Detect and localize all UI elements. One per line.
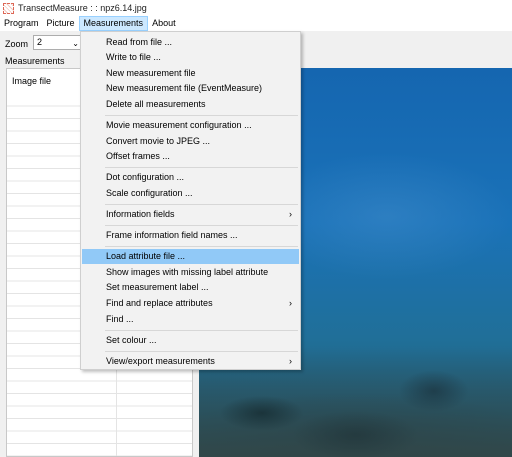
menu-scale-configuration[interactable]: Scale configuration ... bbox=[82, 186, 299, 201]
menu-frame-info-field-names[interactable]: Frame information field names ... bbox=[82, 228, 299, 243]
menu-separator bbox=[105, 330, 298, 331]
menu-convert-movie-jpeg[interactable]: Convert movie to JPEG ... bbox=[82, 134, 299, 149]
title-bar: TransectMeasure : : npz6.14.jpg bbox=[0, 0, 512, 16]
menu-find-replace-attributes[interactable]: Find and replace attributes › bbox=[82, 296, 299, 311]
menu-read-from-file[interactable]: Read from file ... bbox=[82, 35, 299, 50]
menu-program[interactable]: Program bbox=[0, 16, 43, 31]
menu-find[interactable]: Find ... bbox=[82, 312, 299, 327]
menu-picture[interactable]: Picture bbox=[43, 16, 79, 31]
menu-delete-all-measurements[interactable]: Delete all measurements bbox=[82, 97, 299, 112]
menu-dot-configuration[interactable]: Dot configuration ... bbox=[82, 170, 299, 185]
menu-view-export-measurements-label: View/export measurements bbox=[106, 356, 215, 366]
chevron-right-icon: › bbox=[289, 356, 292, 366]
app-icon bbox=[3, 2, 14, 14]
zoom-value: 2 bbox=[37, 37, 43, 47]
menu-write-to-file[interactable]: Write to file ... bbox=[82, 50, 299, 65]
menu-separator bbox=[105, 167, 298, 168]
menu-information-fields[interactable]: Information fields › bbox=[82, 207, 299, 222]
menu-separator bbox=[105, 225, 298, 226]
menu-separator bbox=[105, 115, 298, 116]
menu-new-measurement-file[interactable]: New measurement file bbox=[82, 66, 299, 81]
menu-show-missing-label[interactable]: Show images with missing label attribute bbox=[82, 265, 299, 280]
window-title: TransectMeasure : : npz6.14.jpg bbox=[18, 3, 147, 13]
measurements-label: Measurements bbox=[5, 56, 65, 66]
column-header-image-file: Image file bbox=[12, 76, 52, 86]
chevron-right-icon: › bbox=[289, 209, 292, 219]
menu-movie-measurement-config[interactable]: Movie measurement configuration ... bbox=[82, 118, 299, 133]
menu-measurements[interactable]: Measurements bbox=[78, 16, 149, 31]
menu-view-export-measurements[interactable]: View/export measurements › bbox=[82, 354, 299, 369]
menu-set-measurement-label[interactable]: Set measurement label ... bbox=[82, 280, 299, 295]
menu-bar: Program Picture Measurements About bbox=[0, 16, 512, 31]
menu-separator bbox=[105, 351, 298, 352]
menu-offset-frames[interactable]: Offset frames ... bbox=[82, 149, 299, 164]
zoom-label: Zoom bbox=[5, 39, 29, 49]
menu-about[interactable]: About bbox=[148, 16, 180, 31]
measurements-dropdown: Read from file ... Write to file ... New… bbox=[80, 31, 301, 370]
menu-separator bbox=[105, 204, 298, 205]
menu-separator bbox=[105, 246, 298, 247]
menu-set-colour[interactable]: Set colour ... bbox=[82, 333, 299, 348]
chevron-down-icon: ⌄ bbox=[72, 39, 79, 48]
menu-new-measurement-file-eventmeasure[interactable]: New measurement file (EventMeasure) bbox=[82, 81, 299, 96]
menu-information-fields-label: Information fields bbox=[106, 209, 175, 219]
zoom-select[interactable]: 2 ⌄ bbox=[33, 35, 83, 50]
menu-find-replace-attributes-label: Find and replace attributes bbox=[106, 298, 213, 308]
menu-load-attribute-file[interactable]: Load attribute file ... bbox=[82, 249, 299, 264]
chevron-right-icon: › bbox=[289, 298, 292, 308]
